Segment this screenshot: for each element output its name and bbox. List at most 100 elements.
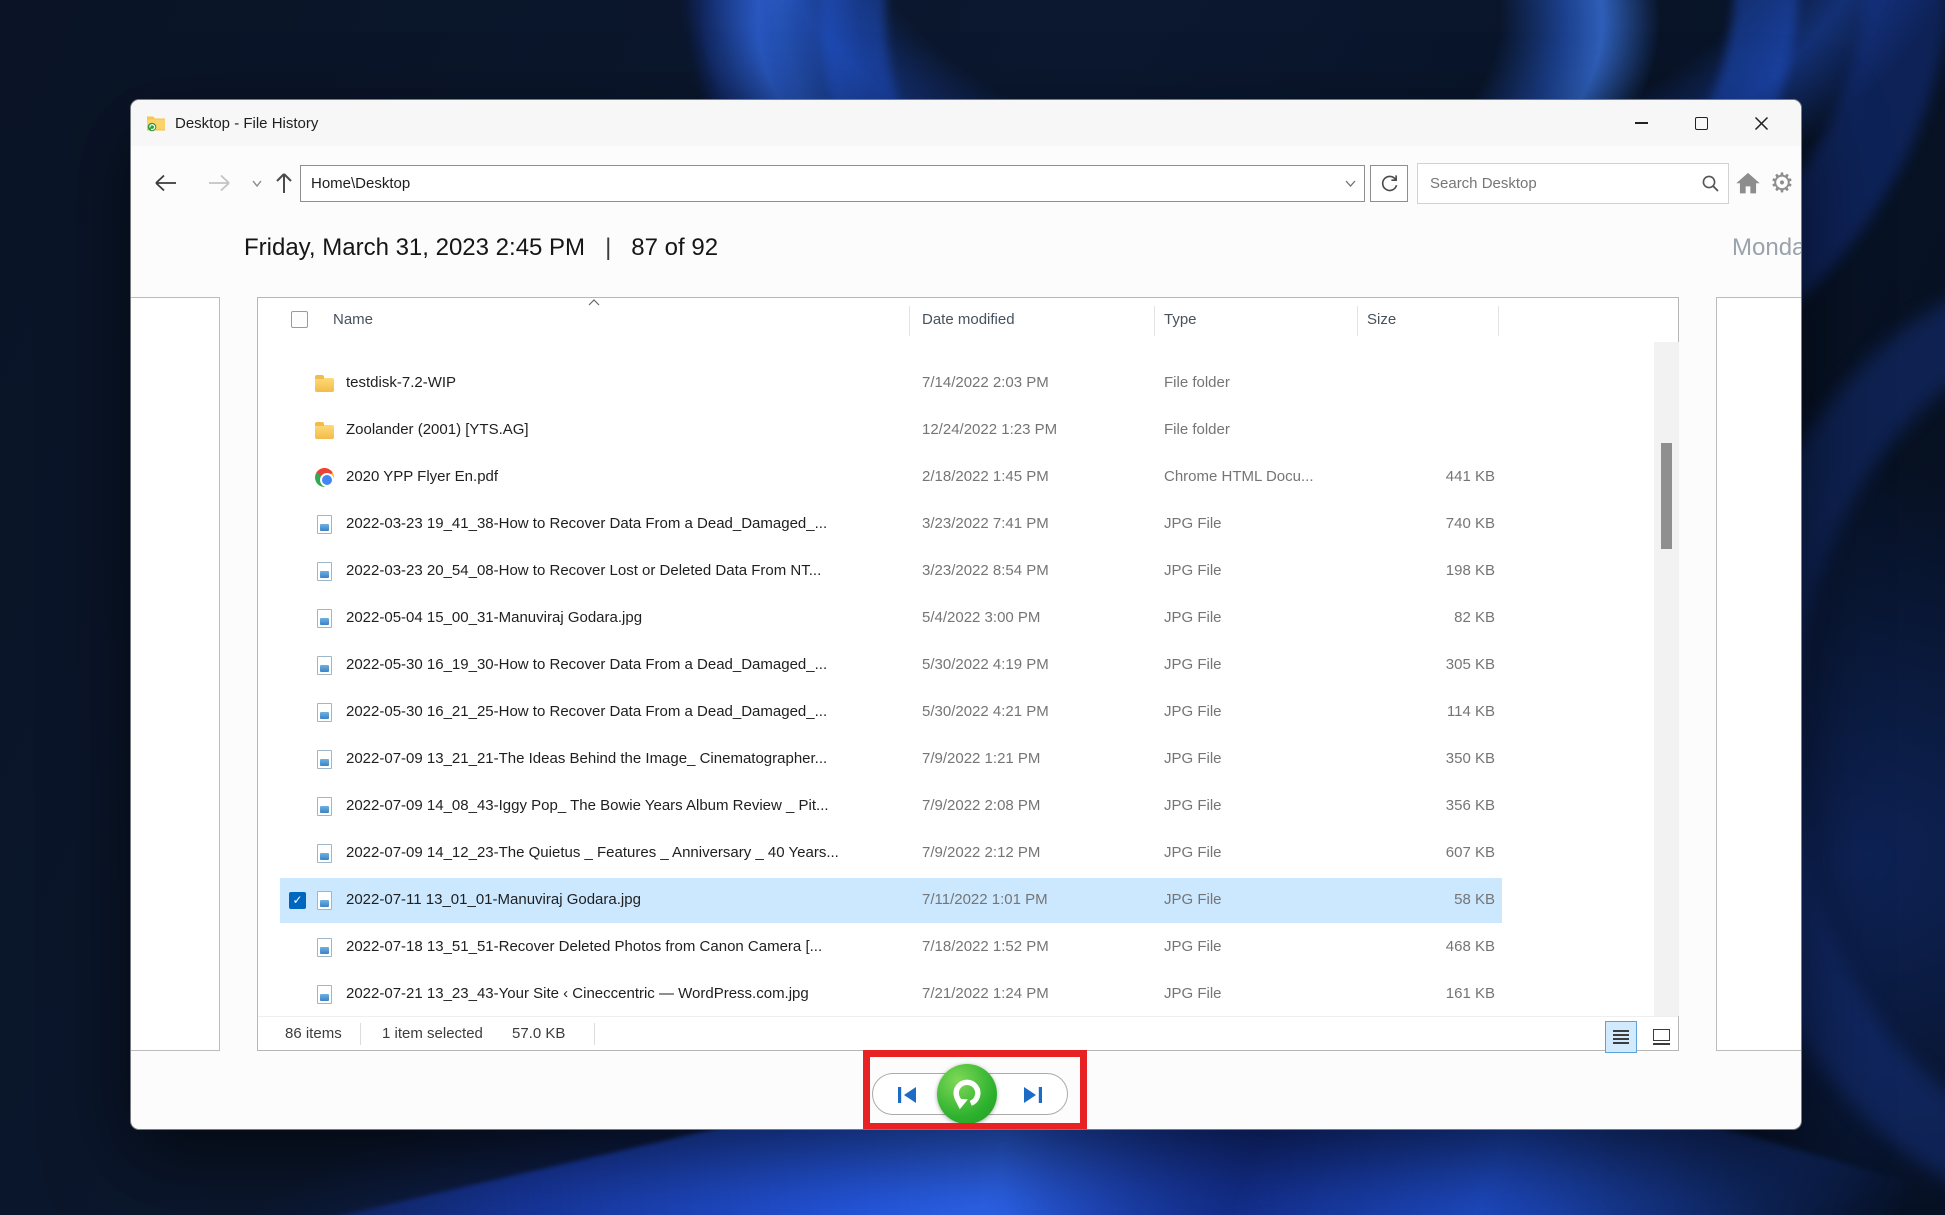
file-type: JPG File <box>1164 938 1222 955</box>
file-date-modified: 3/23/2022 8:54 PM <box>922 562 1049 579</box>
file-type-icon <box>317 797 332 816</box>
file-type-icon <box>317 844 332 863</box>
restore-icon <box>949 1076 985 1112</box>
file-type-icon <box>317 891 332 910</box>
previous-icon <box>895 1085 919 1105</box>
file-size: 356 KB <box>1357 797 1495 814</box>
file-list-panel: Name Date modified Type Size testdisk-7.… <box>257 297 1679 1051</box>
file-row[interactable]: 2022-03-23 20_54_08-How to Recover Lost … <box>258 548 1678 595</box>
address-input[interactable] <box>301 175 1336 192</box>
file-size: 441 KB <box>1357 468 1495 485</box>
file-type-icon <box>315 378 334 392</box>
vertical-scrollbar[interactable] <box>1654 342 1679 1016</box>
file-size: 350 KB <box>1357 750 1495 767</box>
file-date-modified: 7/18/2022 1:52 PM <box>922 938 1049 955</box>
address-dropdown-button[interactable] <box>1336 166 1364 201</box>
column-divider[interactable] <box>909 306 910 336</box>
column-divider[interactable] <box>1498 306 1499 336</box>
file-date-modified: 7/11/2022 1:01 PM <box>922 891 1048 908</box>
file-row[interactable]: testdisk-7.2-WIP 7/14/2022 2:03 PM File … <box>258 360 1678 407</box>
file-row[interactable]: 2022-05-04 15_00_31-Manuviraj Godara.jpg… <box>258 595 1678 642</box>
back-button[interactable] <box>149 166 183 200</box>
file-name: 2022-07-09 13_21_21-The Ideas Behind the… <box>346 750 827 767</box>
home-button[interactable] <box>1731 166 1765 200</box>
next-version-button[interactable] <box>1011 1082 1055 1108</box>
file-name: Zoolander (2001) [YTS.AG] <box>346 421 529 438</box>
snapshot-position: 87 of 92 <box>631 234 718 262</box>
search-box[interactable] <box>1417 163 1729 204</box>
file-date-modified: 7/21/2022 1:24 PM <box>922 985 1049 1002</box>
file-row[interactable]: Zoolander (2001) [YTS.AG] 12/24/2022 1:2… <box>258 407 1678 454</box>
forward-arrow-icon <box>206 172 232 194</box>
file-type: JPG File <box>1164 985 1222 1002</box>
file-date-modified: 7/9/2022 2:08 PM <box>922 797 1040 814</box>
minimize-icon <box>1635 122 1648 124</box>
thumbnail-view-toggle[interactable] <box>1645 1021 1677 1053</box>
search-input[interactable] <box>1418 175 1692 192</box>
file-type: File folder <box>1164 374 1230 391</box>
scrollbar-thumb[interactable] <box>1661 443 1672 549</box>
file-row[interactable]: 2022-05-30 16_19_30-How to Recover Data … <box>258 642 1678 689</box>
snapshot-header: Friday, March 31, 2023 2:45 PM | 87 of 9… <box>244 234 718 262</box>
refresh-icon <box>1380 174 1399 193</box>
address-bar[interactable] <box>300 165 1365 202</box>
column-header-type[interactable]: Type <box>1164 311 1197 328</box>
file-type: File folder <box>1164 421 1230 438</box>
file-row[interactable]: 2022-03-23 19_41_38-How to Recover Data … <box>258 501 1678 548</box>
file-row[interactable]: 2022-05-30 16_21_25-How to Recover Data … <box>258 689 1678 736</box>
file-row[interactable]: 2022-07-09 13_21_21-The Ideas Behind the… <box>258 736 1678 783</box>
maximize-button[interactable] <box>1671 100 1731 146</box>
column-header-name[interactable]: Name <box>333 311 373 328</box>
file-size: 58 KB <box>1357 891 1495 908</box>
file-type: JPG File <box>1164 844 1222 861</box>
minimize-button[interactable] <box>1611 100 1671 146</box>
column-header-size[interactable]: Size <box>1367 311 1396 328</box>
column-divider[interactable] <box>1154 306 1155 336</box>
file-row[interactable]: 2022-07-09 14_08_43-Iggy Pop_ The Bowie … <box>258 783 1678 830</box>
file-type-icon <box>317 609 332 628</box>
file-name: 2022-07-09 14_08_43-Iggy Pop_ The Bowie … <box>346 797 829 814</box>
up-button[interactable] <box>267 166 301 200</box>
select-all-checkbox[interactable] <box>291 311 308 328</box>
refresh-button[interactable] <box>1370 165 1408 202</box>
status-bar: 86 items 1 item selected 57.0 KB <box>258 1016 1678 1050</box>
file-type-icon <box>317 703 332 722</box>
up-arrow-icon <box>274 171 294 195</box>
file-type-icon <box>317 750 332 769</box>
file-row[interactable]: 2020 YPP Flyer En.pdf 2/18/2022 1:45 PM … <box>258 454 1678 501</box>
details-view-toggle[interactable] <box>1605 1021 1637 1053</box>
column-divider[interactable] <box>1357 306 1358 336</box>
file-type: Chrome HTML Docu... <box>1164 468 1313 485</box>
file-row[interactable]: 2022-07-09 14_12_23-The Quietus _ Featur… <box>258 830 1678 877</box>
selection-size: 57.0 KB <box>512 1025 565 1042</box>
recent-locations-button[interactable] <box>249 166 265 200</box>
file-list-rows: testdisk-7.2-WIP 7/14/2022 2:03 PM File … <box>258 360 1678 1018</box>
file-name: 2020 YPP Flyer En.pdf <box>346 468 498 485</box>
close-button[interactable] <box>1731 100 1791 146</box>
file-row[interactable]: 2022-07-18 13_51_51-Recover Deleted Phot… <box>258 924 1678 971</box>
selection-count: 1 item selected <box>382 1025 483 1042</box>
file-name: 2022-05-30 16_19_30-How to Recover Data … <box>346 656 827 673</box>
file-date-modified: 7/9/2022 1:21 PM <box>922 750 1040 767</box>
status-divider <box>360 1023 361 1045</box>
search-icon[interactable] <box>1692 174 1728 193</box>
restore-button[interactable] <box>937 1064 997 1124</box>
next-snapshot-date-partial: Monda <box>1732 234 1802 262</box>
file-type-icon <box>315 425 334 439</box>
file-row[interactable]: 2022-07-21 13_23_43-Your Site ‹ Cineccen… <box>258 971 1678 1018</box>
settings-button[interactable]: ⚙ <box>1766 164 1798 202</box>
file-row[interactable]: 2022-07-11 13_01_01-Manuviraj Godara.jpg… <box>258 877 1678 924</box>
previous-version-button[interactable] <box>885 1082 929 1108</box>
sort-ascending-icon <box>588 299 600 306</box>
next-snapshot-panel-edge <box>1716 297 1802 1051</box>
row-checkbox[interactable] <box>289 892 306 909</box>
file-type: JPG File <box>1164 891 1222 908</box>
gear-icon: ⚙ <box>1770 168 1794 199</box>
file-type-icon <box>317 562 332 581</box>
forward-button[interactable] <box>202 166 236 200</box>
next-icon <box>1021 1085 1045 1105</box>
file-name: 2022-03-23 19_41_38-How to Recover Data … <box>346 515 827 532</box>
chevron-down-icon <box>1345 180 1356 187</box>
column-header-date-modified[interactable]: Date modified <box>922 311 1015 328</box>
list-view-icon <box>1613 1030 1629 1044</box>
